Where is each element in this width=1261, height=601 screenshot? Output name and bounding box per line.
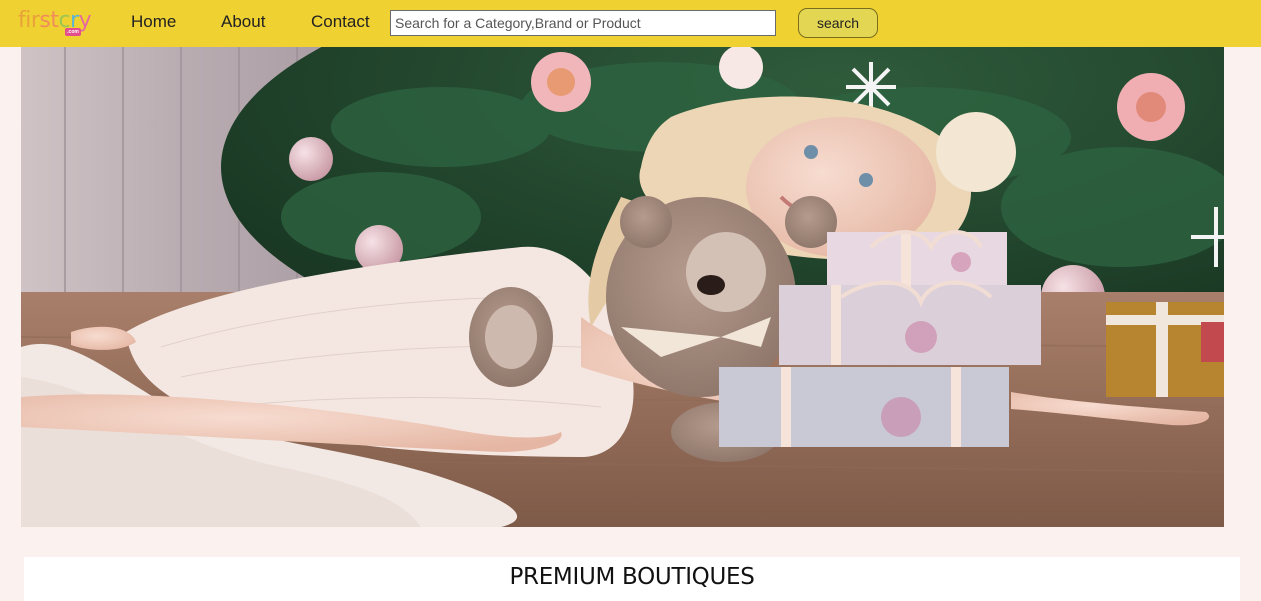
section-title: PREMIUM BOUTIQUES: [509, 564, 755, 590]
search-button[interactable]: search: [798, 8, 878, 38]
nav-link-contact[interactable]: Contact: [311, 12, 370, 32]
nav-link-about[interactable]: About: [221, 12, 265, 32]
premium-boutiques-section: PREMIUM BOUTIQUES: [24, 557, 1240, 601]
logo-badge: .com: [65, 28, 81, 36]
firstcry-logo[interactable]: firstcry .com: [18, 7, 94, 37]
hero-banner-image: [21, 47, 1224, 527]
nav-link-home[interactable]: Home: [131, 12, 176, 32]
search-input[interactable]: [390, 10, 776, 36]
top-navbar: firstcry .com Home About Contact search: [0, 0, 1261, 47]
